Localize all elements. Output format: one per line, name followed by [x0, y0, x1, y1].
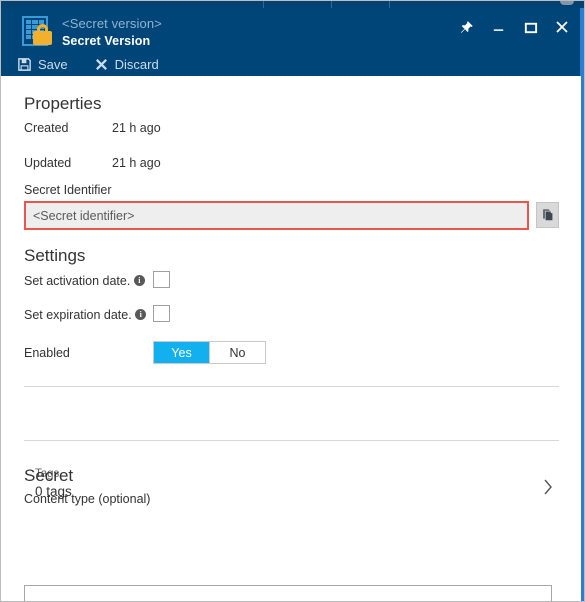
tags-row[interactable]: Tags 0 tags	[24, 461, 559, 515]
page-title: Secret Version	[62, 34, 151, 48]
content-type-input[interactable]	[24, 585, 552, 601]
info-icon[interactable]: i	[133, 275, 145, 287]
minimize-icon[interactable]	[482, 14, 514, 40]
updated-label: Updated	[24, 156, 72, 170]
divider	[24, 386, 559, 387]
secret-version-window: <Secret version> Secret Version Save Dis…	[0, 0, 585, 602]
created-label: Created	[24, 121, 69, 135]
chevron-right-icon[interactable]	[542, 477, 554, 502]
save-label: Save	[38, 57, 68, 72]
divider	[24, 440, 559, 441]
window-controls	[450, 14, 578, 40]
enabled-label: Enabled	[24, 346, 70, 360]
window-subtitle: <Secret version>	[62, 16, 162, 31]
toolbar-separator	[331, 1, 332, 8]
discard-x-icon	[94, 57, 109, 72]
enabled-toggle-yes[interactable]: Yes	[154, 342, 209, 363]
pin-icon[interactable]	[450, 14, 482, 40]
close-icon[interactable]	[546, 14, 578, 40]
discard-button[interactable]: Discard	[94, 55, 171, 74]
activation-date-checkbox[interactable]	[153, 271, 170, 288]
command-bar: Save Discard	[1, 53, 185, 76]
expiration-date-label: Set expiration date. i	[24, 308, 147, 322]
created-value: 21 h ago	[112, 121, 161, 135]
settings-heading: Settings	[24, 246, 86, 265]
save-floppy-icon	[17, 57, 32, 72]
main-content: Properties Created 21 h ago Updated 21 h…	[1, 76, 581, 601]
toolbar-overflow-indicator	[560, 1, 574, 5]
save-button[interactable]: Save	[17, 55, 80, 74]
copy-icon[interactable]	[536, 202, 559, 228]
activation-date-text: Set activation date.	[24, 274, 131, 288]
content-type-label: Content type (optional)	[24, 492, 151, 506]
expiration-date-checkbox[interactable]	[153, 305, 170, 322]
expiration-date-text: Set expiration date.	[24, 308, 132, 322]
enabled-toggle[interactable]: Yes No	[153, 341, 266, 364]
discard-label: Discard	[114, 57, 159, 72]
toolbar-separator	[263, 1, 264, 8]
secret-identifier-input[interactable]: <Secret identifier>	[24, 201, 529, 230]
activation-date-label: Set activation date. i	[24, 274, 145, 288]
maximize-icon[interactable]	[514, 14, 546, 40]
window-right-rail-top	[580, 8, 584, 76]
toolbar-separator	[389, 1, 390, 8]
secret-identifier-row: <Secret identifier>	[24, 201, 559, 230]
enabled-toggle-no[interactable]: No	[209, 342, 265, 363]
secret-identifier-label: Secret Identifier	[24, 183, 112, 197]
parent-toolbar-sliver	[1, 1, 584, 8]
info-icon[interactable]: i	[135, 309, 147, 321]
properties-heading: Properties	[24, 94, 102, 113]
updated-value: 21 h ago	[112, 156, 161, 170]
secret-version-lock-icon	[20, 14, 54, 48]
secret-heading: Secret	[24, 466, 74, 485]
title-bar: <Secret version> Secret Version Save Dis…	[1, 8, 584, 76]
